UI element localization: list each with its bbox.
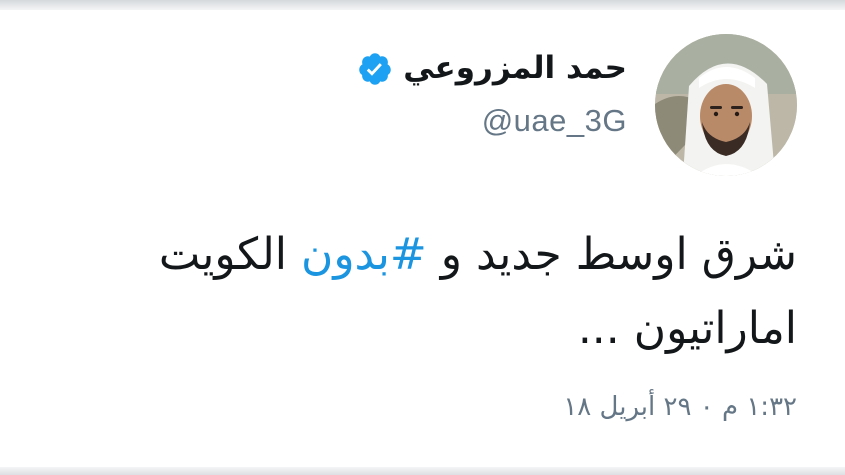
display-name[interactable]: حمد المزروعي <box>403 50 627 87</box>
name-row: حمد المزروعي <box>357 50 627 87</box>
tweet-text: شرق اوسط جديد و #بدون الكويت اماراتيون .… <box>57 218 797 366</box>
avatar[interactable] <box>655 34 797 176</box>
verified-badge-icon <box>357 51 393 87</box>
user-handle[interactable]: @uae_3G <box>357 103 627 139</box>
hashtag-link[interactable]: #بدون <box>301 229 427 280</box>
tweet-text-part1: شرق اوسط جديد و <box>426 229 797 280</box>
tweet-card[interactable]: حمد المزروعي @uae_3G شرق اوسط جديد و #بد… <box>0 0 845 475</box>
tweet-header: حمد المزروعي @uae_3G <box>357 50 627 139</box>
avatar-image <box>655 34 797 176</box>
tweet-timestamp[interactable]: ١:٣٢ م ٠ ٢٩ أبريل ١٨ <box>563 392 797 422</box>
bottom-divider <box>0 467 845 475</box>
